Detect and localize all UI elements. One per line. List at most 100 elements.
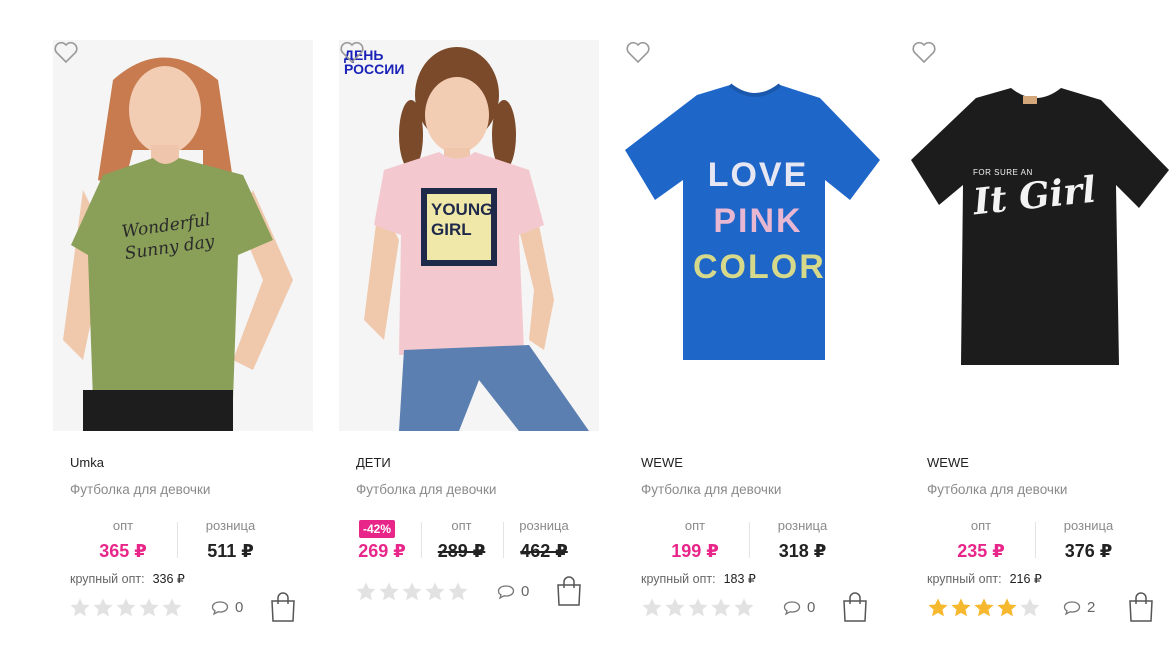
bulk-label: крупный опт: — [641, 572, 716, 586]
price-block: опт 365 ₽ розница 511 ₽ — [53, 518, 313, 566]
shirt-print-line: GIRL — [431, 220, 472, 239]
opt-price-column: опт 235 ₽ — [951, 518, 1011, 562]
shirt-print-line: COLOR — [693, 248, 826, 286]
opt-price: 199 ₽ — [671, 541, 719, 561]
opt-price: 235 ₽ — [957, 541, 1005, 561]
opt-label: опт — [451, 518, 472, 533]
product-image[interactable]: FOR SURE AN It Girl — [911, 40, 1171, 431]
rating-stars[interactable] — [927, 597, 1041, 619]
price-divider — [503, 522, 504, 558]
heart-icon[interactable] — [53, 40, 79, 64]
product-name[interactable]: Футболка для девочки — [356, 482, 496, 497]
price-divider — [749, 522, 750, 558]
retail-label: розница — [777, 518, 828, 533]
product-image[interactable]: YOUNG GIRL ДЕНЬ РОССИИ — [339, 40, 599, 431]
star-icon[interactable] — [996, 597, 1018, 619]
heart-icon[interactable] — [625, 40, 651, 64]
opt-old-price: 289 ₽ — [437, 541, 486, 561]
bulk-price: крупный опт: 216 ₽ — [927, 571, 1042, 586]
price-divider — [1035, 522, 1036, 558]
retail-label: розница — [205, 518, 256, 533]
rating-stars[interactable] — [641, 597, 755, 619]
star-icon[interactable] — [115, 597, 137, 619]
product-brand[interactable]: ДЕТИ — [356, 455, 391, 470]
product-image[interactable]: Wonderful Sunny day — [53, 40, 313, 431]
comments-count: 0 — [807, 599, 816, 616]
opt-label: опт — [112, 518, 134, 533]
shirt-print-line: YOUNG — [431, 200, 494, 219]
opt-price-column: опт 365 ₽ — [93, 518, 153, 562]
comments-count: 0 — [521, 583, 530, 600]
opt-price-column: опт 199 ₽ — [665, 518, 725, 562]
star-icon[interactable] — [733, 597, 755, 619]
product-name[interactable]: Футболка для девочки — [641, 482, 781, 497]
retail-price-column: розница 318 ₽ — [770, 518, 835, 562]
product-image[interactable]: LOVE PINK COLOR — [625, 40, 885, 431]
star-icon[interactable] — [664, 597, 686, 619]
price-divider — [177, 522, 178, 558]
price-block: опт 235 ₽ розница 376 ₽ — [911, 518, 1171, 566]
shirt-print: YOUNG GIRL — [431, 200, 493, 240]
retail-old-price: 462 ₽ — [520, 541, 568, 561]
comments-link[interactable]: 0 — [211, 599, 243, 616]
star-icon[interactable] — [138, 597, 160, 619]
heart-icon[interactable] — [339, 40, 365, 64]
shirt-print-line: LOVE — [707, 156, 809, 194]
star-icon[interactable] — [973, 597, 995, 619]
opt-label: опт — [684, 518, 706, 533]
star-icon[interactable] — [378, 581, 400, 603]
bulk-price: крупный опт: 183 ₽ — [641, 571, 756, 586]
bulk-value: 216 ₽ — [1009, 572, 1042, 586]
retail-price: 376 ₽ — [1064, 541, 1113, 561]
retail-price-column: розница 376 ₽ — [1056, 518, 1121, 562]
product-card[interactable]: Wonderful Sunny day Umka Футболка для де… — [53, 40, 313, 640]
opt-price-column: опт 289 ₽ — [429, 518, 494, 562]
comment-bubble-icon — [783, 600, 801, 615]
comments-link[interactable]: 0 — [783, 599, 815, 616]
star-icon[interactable] — [447, 581, 469, 603]
shopping-bag-icon[interactable] — [556, 576, 582, 606]
comments-link[interactable]: 0 — [497, 583, 529, 600]
opt-label: опт — [970, 518, 992, 533]
shirt-print: LOVE PINK COLOR — [693, 152, 826, 290]
product-brand[interactable]: WEWE — [641, 455, 683, 470]
star-icon[interactable] — [69, 597, 91, 619]
heart-icon[interactable] — [911, 40, 937, 64]
shopping-bag-icon[interactable] — [1128, 592, 1154, 622]
retail-price: 511 ₽ — [207, 541, 254, 561]
comments-count: 2 — [1087, 599, 1096, 616]
shopping-bag-icon[interactable] — [270, 592, 296, 622]
comments-link[interactable]: 2 — [1063, 599, 1095, 616]
shopping-bag-icon[interactable] — [842, 592, 868, 622]
product-card[interactable]: FOR SURE AN It Girl WEWE Футболка для де… — [911, 40, 1171, 640]
retail-price: 318 ₽ — [778, 541, 827, 561]
rating-stars[interactable] — [355, 581, 469, 603]
star-icon[interactable] — [710, 597, 732, 619]
product-name[interactable]: Футболка для девочки — [70, 482, 210, 497]
product-brand[interactable]: WEWE — [927, 455, 969, 470]
star-icon[interactable] — [1019, 597, 1041, 619]
retail-label: розница — [1063, 518, 1114, 533]
star-icon[interactable] — [161, 597, 183, 619]
star-icon[interactable] — [424, 581, 446, 603]
star-icon[interactable] — [401, 581, 423, 603]
price-block: -42% опт 269 ₽ опт 289 ₽ розница 462 ₽ — [339, 518, 599, 566]
star-icon[interactable] — [927, 597, 949, 619]
opt-price: 365 ₽ — [99, 541, 147, 561]
retail-price-column: розница 462 ₽ — [511, 518, 577, 562]
star-icon[interactable] — [687, 597, 709, 619]
shirt-print-line: It Girl — [971, 168, 1098, 224]
product-card[interactable]: YOUNG GIRL ДЕНЬ РОССИИ ДЕТИ Футболка для… — [339, 40, 599, 640]
star-icon[interactable] — [641, 597, 663, 619]
retail-label: розница — [519, 518, 569, 533]
product-card[interactable]: LOVE PINK COLOR WEWE Футболка для девочк… — [625, 40, 885, 640]
bulk-price: крупный опт: 336 ₽ — [70, 571, 185, 586]
product-brand[interactable]: Umka — [70, 455, 104, 470]
star-icon[interactable] — [92, 597, 114, 619]
rating-stars[interactable] — [69, 597, 183, 619]
star-icon[interactable] — [950, 597, 972, 619]
bulk-label: крупный опт: — [927, 572, 1002, 586]
product-name[interactable]: Футболка для девочки — [927, 482, 1067, 497]
star-icon[interactable] — [355, 581, 377, 603]
shirt-print: FOR SURE AN It Girl — [971, 168, 1098, 223]
